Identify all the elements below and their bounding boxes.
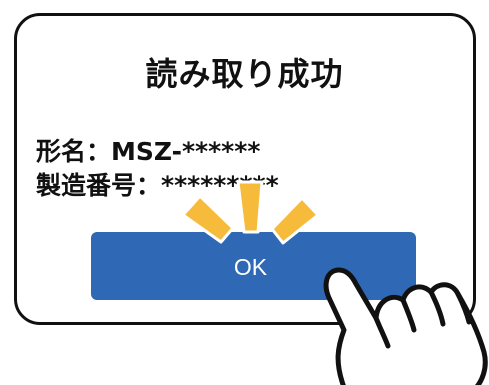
serial-number-value: *********	[161, 171, 279, 200]
ok-button-label: OK	[233, 253, 268, 280]
model-label: 形名：	[36, 137, 112, 166]
dialog-title: 読み取り成功	[145, 55, 344, 93]
model-value: MSZ-******	[111, 137, 261, 166]
ok-button[interactable]: OK	[91, 232, 416, 300]
model-line: 形名：MSZ-******	[36, 132, 260, 168]
serial-number-label: 製造番号：	[36, 171, 162, 200]
serial-number-line: 製造番号：*********	[36, 166, 279, 202]
